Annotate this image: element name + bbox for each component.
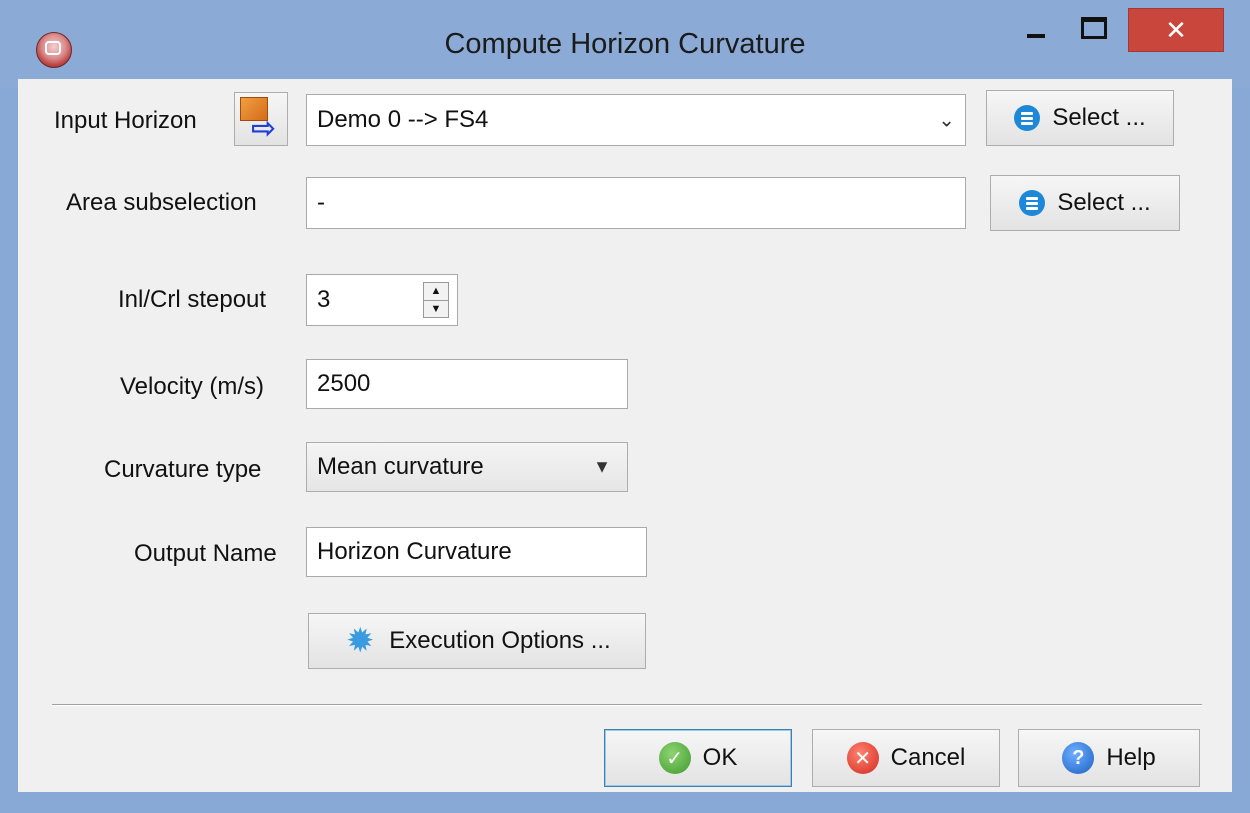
velocity-field[interactable]: 2500 bbox=[306, 359, 628, 409]
maximize-button[interactable] bbox=[1068, 8, 1120, 48]
curvature-type-dropdown[interactable]: Mean curvature ▼ bbox=[306, 442, 628, 492]
output-name-value: Horizon Curvature bbox=[317, 538, 512, 565]
select-button-label: Select ... bbox=[1057, 189, 1151, 216]
chevron-down-icon: ⌄ bbox=[938, 109, 955, 132]
gear-icon: ✹ bbox=[346, 622, 375, 660]
velocity-value: 2500 bbox=[317, 370, 371, 397]
curvature-type-value: Mean curvature bbox=[317, 453, 484, 480]
area-subselection-field[interactable]: - bbox=[306, 177, 966, 229]
cancel-button[interactable]: ✕ Cancel bbox=[812, 729, 1000, 787]
minimize-button[interactable] bbox=[1010, 8, 1062, 48]
input-horizon-select-button[interactable]: Select ... bbox=[986, 90, 1174, 146]
help-button[interactable]: ? Help bbox=[1018, 729, 1200, 787]
help-button-label: Help bbox=[1106, 744, 1156, 771]
curvature-type-label: Curvature type bbox=[104, 456, 262, 483]
window-title: Compute Horizon Curvature bbox=[444, 28, 806, 60]
maximize-icon bbox=[1081, 17, 1107, 39]
check-icon: ✓ bbox=[658, 742, 691, 774]
close-button[interactable]: ✕ bbox=[1128, 8, 1224, 52]
input-horizon-value: Demo 0 --> FS4 bbox=[317, 106, 489, 133]
input-horizon-dropdown[interactable]: Demo 0 --> FS4 ⌄ bbox=[306, 94, 966, 146]
arrow-right-icon: ⇨ bbox=[251, 112, 277, 145]
minimize-icon bbox=[1027, 34, 1045, 38]
dialog-window: Compute Horizon Curvature ✕ Input Horizo… bbox=[0, 0, 1250, 813]
list-icon bbox=[1019, 190, 1046, 216]
execution-options-label: Execution Options ... bbox=[389, 627, 611, 654]
area-subselection-label: Area subselection bbox=[66, 189, 257, 216]
area-subselection-value: - bbox=[317, 189, 325, 216]
stepout-label: Inl/Crl stepout bbox=[118, 286, 267, 313]
area-subselection-select-button[interactable]: Select ... bbox=[990, 175, 1180, 231]
cancel-icon: ✕ bbox=[846, 742, 879, 774]
separator bbox=[52, 704, 1202, 706]
select-button-label: Select ... bbox=[1052, 104, 1146, 131]
output-name-field[interactable]: Horizon Curvature bbox=[306, 527, 647, 577]
cancel-button-label: Cancel bbox=[890, 744, 966, 771]
title-bar[interactable]: Compute Horizon Curvature ✕ bbox=[0, 0, 1250, 88]
stepout-value: 3 bbox=[317, 286, 331, 313]
ok-button-label: OK bbox=[702, 744, 738, 771]
close-icon: ✕ bbox=[1165, 14, 1187, 45]
help-icon: ? bbox=[1062, 742, 1095, 774]
input-horizon-label: Input Horizon bbox=[54, 107, 197, 134]
velocity-label: Velocity (m/s) bbox=[120, 373, 265, 400]
dropdown-arrow-icon: ▼ bbox=[593, 456, 611, 477]
horizon-type-button[interactable]: ⇨ bbox=[234, 92, 288, 146]
execution-options-button[interactable]: ✹ Execution Options ... bbox=[308, 613, 646, 669]
dialog-body: Input Horizon ⇨ Demo 0 --> FS4 ⌄ Select … bbox=[18, 79, 1232, 792]
stepout-spinbox[interactable]: 3 ▲ ▼ bbox=[306, 274, 458, 326]
spin-up-icon[interactable]: ▲ bbox=[424, 283, 448, 300]
spin-down-icon[interactable]: ▼ bbox=[424, 299, 448, 318]
ok-button[interactable]: ✓ OK bbox=[604, 729, 792, 787]
list-icon bbox=[1014, 105, 1041, 131]
output-name-label: Output Name bbox=[134, 540, 277, 567]
stepout-spinner[interactable]: ▲ ▼ bbox=[423, 282, 449, 318]
